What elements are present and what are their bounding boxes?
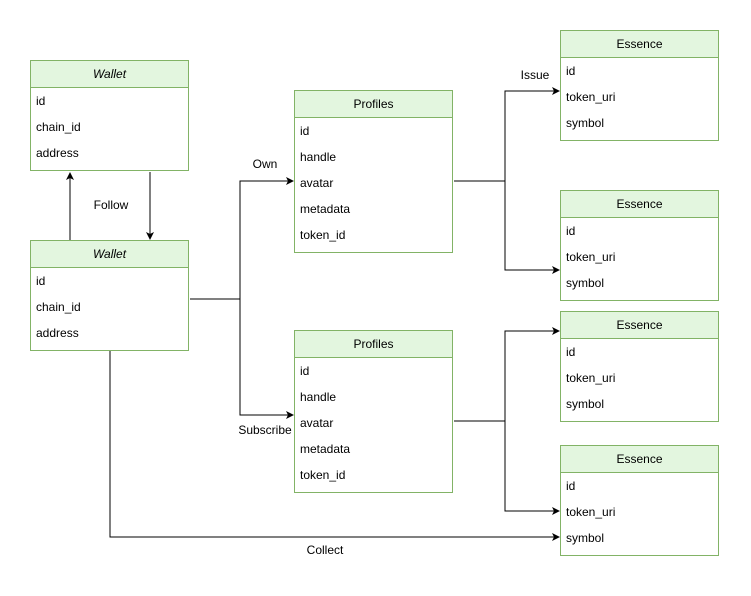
entity-field-symbol: symbol bbox=[566, 116, 605, 130]
entity-title: Essence bbox=[561, 191, 718, 218]
entity-essence[interactable]: Essence id token_urisymbol bbox=[560, 30, 719, 141]
entity-title: Profiles bbox=[295, 91, 452, 118]
edge-issue-a bbox=[454, 87, 560, 182]
label-own: Own bbox=[252, 157, 278, 171]
edge-issue-c bbox=[454, 327, 560, 422]
label-issue: Issue bbox=[520, 68, 550, 82]
entity-field-handle: handle bbox=[300, 390, 337, 404]
entity-field-id: id bbox=[36, 94, 46, 108]
entity-field-token-uri: token_uri bbox=[566, 90, 616, 104]
entity-field-handle: handle bbox=[300, 150, 337, 164]
entity-field-symbol: symbol bbox=[566, 531, 605, 545]
entity-field-id: id bbox=[566, 224, 576, 238]
entity-title: Profiles bbox=[295, 331, 452, 358]
entity-field-chain-id: chain_id bbox=[36, 300, 81, 314]
entity-title: Wallet bbox=[31, 61, 188, 88]
entity-field-id: id bbox=[566, 479, 576, 493]
entity-field-token-uri: token_uri bbox=[566, 371, 616, 385]
entity-field-address: address bbox=[36, 146, 79, 160]
entity-field-id: id bbox=[566, 345, 576, 359]
entity-field-id: id bbox=[566, 64, 576, 78]
entity-field-symbol: symbol bbox=[566, 276, 605, 290]
edge-issue-b bbox=[504, 181, 560, 274]
edge-subscribe bbox=[239, 299, 294, 419]
entity-title: Wallet bbox=[31, 241, 188, 268]
entity-field-id: id bbox=[300, 364, 310, 378]
entity-profiles[interactable]: Profiles id handle avatar metadata token_id bbox=[294, 330, 453, 493]
entity-padding bbox=[295, 248, 452, 252]
edge-own bbox=[190, 177, 294, 300]
entity-title: Essence bbox=[561, 312, 718, 339]
label-collect: Collect bbox=[306, 543, 344, 557]
entity-padding bbox=[561, 136, 718, 140]
entity-essence[interactable]: Essence id token_urisymbol bbox=[560, 445, 719, 556]
entity-padding bbox=[31, 166, 188, 170]
edge-issue-d bbox=[504, 421, 560, 515]
entity-wallet[interactable]: Wallet id chain_idaddress bbox=[30, 240, 189, 351]
entity-field-token-id: token_id bbox=[300, 468, 346, 482]
entity-essence[interactable]: Essence id token_urisymbol bbox=[560, 190, 719, 301]
entity-essence[interactable]: Essence id token_urisymbol bbox=[560, 311, 719, 422]
entity-title: Essence bbox=[561, 31, 718, 58]
entity-padding bbox=[561, 296, 718, 300]
er-diagram: Follow Own Subscribe Issue Collect Walle… bbox=[0, 0, 751, 596]
entity-profiles[interactable]: Profiles id handle avatar metadata token_id bbox=[294, 90, 453, 253]
label-follow: Follow bbox=[93, 198, 129, 212]
entity-padding bbox=[561, 551, 718, 555]
entity-padding bbox=[31, 346, 188, 350]
entity-field-token-uri: token_uri bbox=[566, 505, 616, 519]
entity-field-id: id bbox=[36, 274, 46, 288]
entity-field-token-uri: token_uri bbox=[566, 250, 616, 264]
label-subscribe: Subscribe bbox=[238, 423, 292, 437]
entity-field-token-id: token_id bbox=[300, 228, 346, 242]
entity-field-avatar: avatar bbox=[300, 176, 334, 190]
entity-field-address: address bbox=[36, 326, 79, 340]
entity-field-metadata: metadata bbox=[300, 202, 351, 216]
entity-field-id: id bbox=[300, 124, 310, 138]
entity-wallet[interactable]: Wallet id chain_idaddress bbox=[30, 60, 189, 171]
entity-field-metadata: metadata bbox=[300, 442, 351, 456]
entity-field-chain-id: chain_id bbox=[36, 120, 81, 134]
entity-padding bbox=[295, 488, 452, 492]
entity-title: Essence bbox=[561, 446, 718, 473]
entity-padding bbox=[561, 417, 718, 421]
entity-field-symbol: symbol bbox=[566, 397, 605, 411]
entity-field-avatar: avatar bbox=[300, 416, 334, 430]
